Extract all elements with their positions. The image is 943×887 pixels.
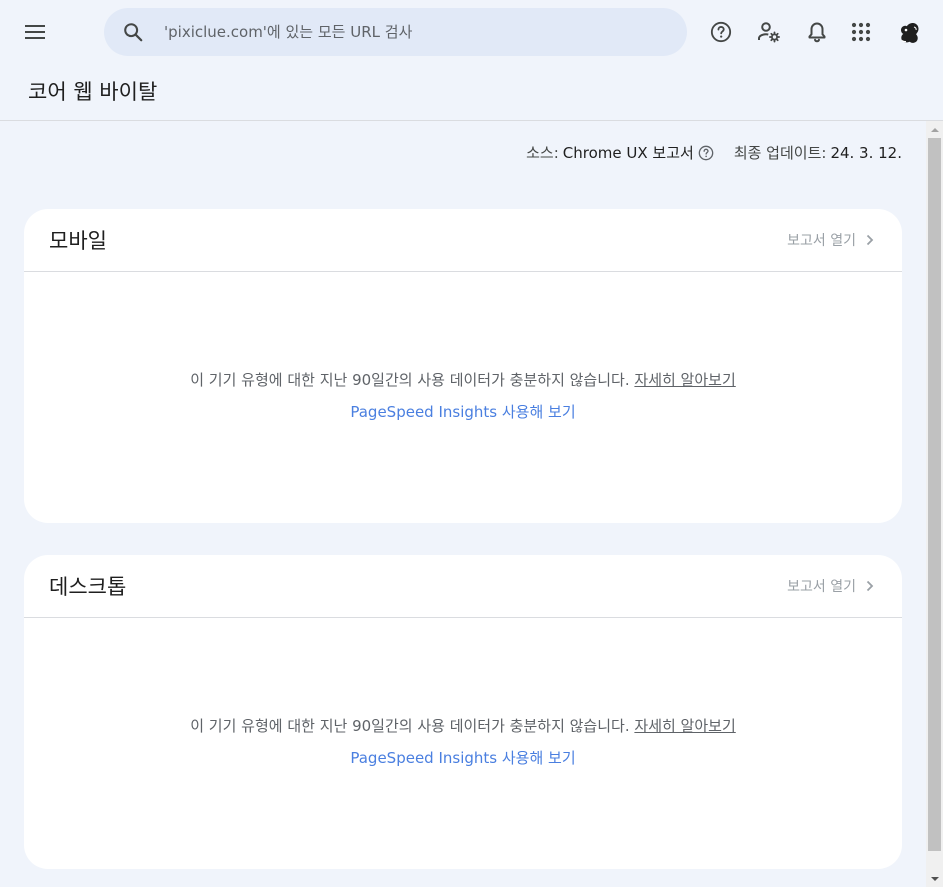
pagespeed-insights-link[interactable]: PageSpeed Insights 사용해 보기 xyxy=(24,401,902,422)
menu-icon xyxy=(25,25,45,39)
mobile-card: 모바일 보고서 열기 이 기기 유형에 대한 지난 90일간의 사용 데이터가 … xyxy=(24,209,902,523)
learn-more-link[interactable]: 자세히 알아보기 xyxy=(634,371,735,389)
card-title-mobile: 모바일 xyxy=(49,229,107,253)
apps-button[interactable] xyxy=(845,16,877,48)
help-icon xyxy=(710,21,732,43)
url-inspection-search[interactable] xyxy=(104,8,687,56)
chevron-right-icon xyxy=(862,232,878,248)
report-meta: 소스: Chrome UX 보고서 최종 업데이트: 24. 3. 12. xyxy=(526,142,902,163)
manage-accounts-icon xyxy=(758,22,781,43)
open-report-label: 보고서 열기 xyxy=(787,579,856,595)
chevron-right-icon xyxy=(862,578,878,594)
insufficient-data-message: 이 기기 유형에 대한 지난 90일간의 사용 데이터가 충분하지 않습니다. … xyxy=(24,369,902,390)
desktop-card: 데스크톱 보고서 열기 이 기기 유형에 대한 지난 90일간의 사용 데이터가… xyxy=(24,555,902,869)
notifications-icon xyxy=(808,22,826,43)
squirrel-avatar-icon xyxy=(901,23,919,43)
open-report-button-desktop[interactable]: 보고서 열기 xyxy=(787,576,878,596)
menu-button[interactable] xyxy=(20,16,52,48)
open-report-label: 보고서 열기 xyxy=(787,233,856,249)
search-icon[interactable] xyxy=(121,20,145,44)
top-app-bar xyxy=(0,0,943,64)
open-report-button-mobile[interactable]: 보고서 열기 xyxy=(787,230,878,250)
account-avatar[interactable] xyxy=(893,16,925,48)
source-value: Chrome UX 보고서 xyxy=(562,144,694,162)
search-input[interactable] xyxy=(162,22,642,42)
message-text: 이 기기 유형에 대한 지난 90일간의 사용 데이터가 충분하지 않습니다. xyxy=(190,717,630,735)
source-help-icon[interactable] xyxy=(698,145,714,161)
page-header: 코어 웹 바이탈 xyxy=(0,64,943,121)
vertical-scrollbar[interactable] xyxy=(926,121,943,887)
card-title-desktop: 데스크톱 xyxy=(49,575,127,599)
page-title: 코어 웹 바이탈 xyxy=(28,80,158,104)
scrollbar-thumb[interactable] xyxy=(928,138,941,851)
pagespeed-insights-link[interactable]: PageSpeed Insights 사용해 보기 xyxy=(24,747,902,768)
manage-accounts-button[interactable] xyxy=(753,16,785,48)
scroll-up-arrow-icon[interactable] xyxy=(926,121,943,138)
card-header: 데스크톱 보고서 열기 xyxy=(24,555,902,618)
notifications-button[interactable] xyxy=(801,16,833,48)
updated-label: 최종 업데이트: xyxy=(733,144,827,162)
insufficient-data-message: 이 기기 유형에 대한 지난 90일간의 사용 데이터가 충분하지 않습니다. … xyxy=(24,715,902,736)
help-button[interactable] xyxy=(705,16,737,48)
updated-value: 24. 3. 12. xyxy=(830,143,902,162)
card-header: 모바일 보고서 열기 xyxy=(24,209,902,272)
main-content: 소스: Chrome UX 보고서 최종 업데이트: 24. 3. 12. 모바… xyxy=(0,121,926,887)
apps-icon xyxy=(851,22,871,42)
learn-more-link[interactable]: 자세히 알아보기 xyxy=(634,717,735,735)
message-text: 이 기기 유형에 대한 지난 90일간의 사용 데이터가 충분하지 않습니다. xyxy=(190,371,630,389)
source-label: 소스: xyxy=(526,144,559,162)
scroll-down-arrow-icon[interactable] xyxy=(926,870,943,887)
